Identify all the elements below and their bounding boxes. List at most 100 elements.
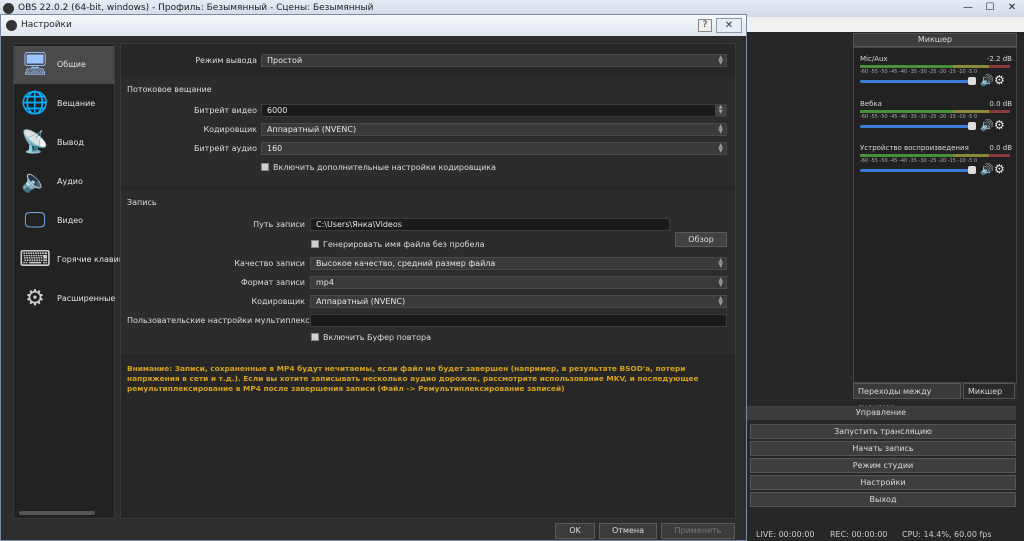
slider-handle[interactable] [968, 122, 976, 130]
ok-button[interactable]: OK [555, 523, 595, 539]
slider-handle[interactable] [968, 166, 976, 174]
dock-tabs: Переходы между сценами Микшер [853, 383, 1017, 412]
chevron-updown-icon: ▲ ▼ [718, 257, 723, 269]
status-bar: LIVE: 00:00:00 REC: 00:00:00 CPU: 14.4%,… [746, 528, 1024, 541]
video-bitrate-label: Битрейт видео [193, 106, 257, 115]
controls-dock-title: Управление [746, 406, 1016, 420]
mixer-panel: Mic/Aux -2.2 dB -60 -55 -50 -45 -40 -35 … [853, 47, 1017, 383]
advanced-encoder-checkbox[interactable]: Включить дополнительные настройки кодиро… [261, 163, 496, 172]
record-path-label: Путь записи [253, 220, 305, 229]
audio-bitrate-label: Битрейт аудио [193, 144, 257, 153]
checkbox-box[interactable] [261, 163, 269, 171]
spin-arrows-icon[interactable]: ▲ ▼ [715, 105, 726, 116]
speaker-icon[interactable]: 🔊 [980, 163, 994, 176]
volume-slider[interactable] [860, 169, 972, 172]
chevron-updown-icon: ▲ ▼ [718, 54, 723, 66]
record-encoder-label: Кодировщик [251, 297, 305, 306]
output-mode-label: Режим вывода [195, 56, 257, 65]
volume-slider[interactable] [860, 125, 972, 128]
sidebar-item-label: Расширенные [57, 294, 116, 303]
volume-slider[interactable] [860, 80, 972, 83]
mp4-warning-text: Внимание: Записи, сохраненные в MP4 буду… [127, 364, 699, 393]
close-button[interactable]: ✕ [1002, 2, 1022, 14]
rec-timer: REC: 00:00:00 [830, 530, 888, 539]
recording-heading: Запись [127, 198, 157, 207]
start-recording-button[interactable]: Начать запись [750, 441, 1016, 456]
start-streaming-button[interactable]: Запустить трансляцию [750, 424, 1016, 439]
replay-buffer-checkbox[interactable]: Включить Буфер повтора [311, 333, 431, 342]
sidebar-item-advanced[interactable]: ⚙ Расширенные [14, 280, 116, 318]
monitor-icon: 🖵 [24, 208, 46, 233]
no-space-filename-checkbox[interactable]: Генерировать имя файла без пробела [311, 240, 485, 249]
cancel-button[interactable]: Отмена [599, 523, 657, 539]
gears-icon: ⚙ [25, 286, 45, 311]
checkbox-label: Включить дополнительные настройки кодиро… [273, 163, 497, 172]
muxer-settings-input[interactable] [310, 314, 727, 327]
obs-logo-icon [3, 3, 14, 14]
record-path-input[interactable]: C:\Users\Янка\Videos [310, 218, 670, 231]
record-encoder-select[interactable]: Аппаратный (NVENC) ▲ ▼ [310, 295, 727, 308]
keyboard-icon: ⌨ [19, 247, 51, 272]
tab-transitions[interactable]: Переходы между сценами [853, 383, 961, 412]
chevron-updown-icon: ▲ ▼ [718, 295, 723, 307]
settings-dialog: Настройки ? ✕ 🖥 Общие 🌐 Вещание 📡 Вывод … [0, 14, 747, 541]
obs-logo-icon [6, 20, 17, 31]
sidebar-item-output[interactable]: 📡 Вывод [14, 124, 114, 162]
record-format-select[interactable]: mp4 ▲ ▼ [310, 276, 727, 289]
chevron-updown-icon: ▲ ▼ [718, 123, 723, 135]
mixer-channel: Вебка 0.0 dB -60 -55 -50 -45 -40 -35 -30… [860, 100, 1012, 140]
computer-icon: 🖥 [21, 52, 49, 77]
exit-button[interactable]: Выход [750, 492, 1016, 507]
streaming-group: Потоковое вещание Битрейт видео 6000 ▲ ▼ … [121, 77, 735, 185]
channel-db: -2.2 dB [986, 55, 1012, 63]
record-quality-label: Качество записи [234, 259, 305, 268]
speaker-icon[interactable]: 🔊 [980, 119, 994, 132]
maximize-button[interactable]: ☐ [980, 2, 1000, 14]
volume-meter [860, 65, 1010, 68]
record-format-label: Формат записи [240, 278, 305, 287]
checkbox-label: Генерировать имя файла без пробела [323, 240, 485, 249]
sidebar-item-audio[interactable]: 🔈 Аудио [14, 163, 114, 201]
dialog-close-button[interactable]: ✕ [716, 18, 742, 33]
gear-icon[interactable]: ⚙ [994, 118, 1005, 132]
sidebar-item-hotkeys[interactable]: ⌨ Горячие клавиши [14, 241, 131, 279]
sidebar-item-label: Видео [57, 216, 84, 225]
mixer-dock-title: Микшер [853, 33, 1017, 47]
sidebar-item-video[interactable]: 🖵 Видео [14, 202, 114, 240]
stream-encoder-select[interactable]: Аппаратный (NVENC) ▲ ▼ [261, 123, 727, 136]
dialog-titlebar: Настройки ? ✕ [1, 15, 746, 36]
cpu-status: CPU: 14.4%, 60.00 fps [902, 530, 992, 539]
sidebar-scrollbar[interactable] [19, 511, 95, 515]
stream-encoder-label: Кодировщик [203, 125, 257, 134]
browse-button[interactable]: Обзор [675, 232, 727, 247]
stream-encoder-value: Аппаратный (NVENC) [267, 125, 357, 134]
studio-mode-button[interactable]: Режим студии [750, 458, 1016, 473]
minimize-button[interactable]: — [958, 2, 978, 14]
app-title: OBS 22.0.2 (64-bit, windows) - Профиль: … [18, 3, 374, 13]
slider-handle[interactable] [968, 77, 976, 85]
volume-meter [860, 110, 1010, 113]
speaker-icon[interactable]: 🔊 [980, 74, 994, 87]
record-quality-select[interactable]: Высокое качество, средний размер файла ▲… [310, 257, 727, 270]
sidebar-item-general[interactable]: 🖥 Общие [14, 46, 114, 84]
gear-icon[interactable]: ⚙ [994, 73, 1005, 87]
video-bitrate-input[interactable]: 6000 ▲ ▼ [261, 104, 727, 117]
tab-mixer[interactable]: Микшер [963, 383, 1015, 399]
chevron-updown-icon: ▲ ▼ [718, 276, 723, 288]
output-mode-select[interactable]: Простой ▲ ▼ [261, 54, 727, 67]
checkbox-box[interactable] [311, 333, 319, 341]
apply-button[interactable]: Применить [661, 523, 735, 539]
mixer-channel: Mic/Aux -2.2 dB -60 -55 -50 -45 -40 -35 … [860, 55, 1012, 95]
antenna-icon: 📡 [21, 130, 49, 155]
mixer-channel: Устройство воспроизведения 0.0 dB -60 -5… [860, 144, 1012, 184]
output-mode-value: Простой [267, 56, 303, 65]
checkbox-box[interactable] [311, 240, 319, 248]
record-path-value: C:\Users\Янка\Videos [316, 220, 402, 229]
help-button[interactable]: ? [698, 19, 712, 32]
gear-icon[interactable]: ⚙ [994, 162, 1005, 176]
sidebar-item-stream[interactable]: 🌐 Вещание [14, 85, 114, 123]
settings-button[interactable]: Настройки [750, 475, 1016, 490]
dialog-title: Настройки [21, 20, 72, 30]
audio-bitrate-select[interactable]: 160 ▲ ▼ [261, 142, 727, 155]
record-format-value: mp4 [316, 278, 334, 287]
